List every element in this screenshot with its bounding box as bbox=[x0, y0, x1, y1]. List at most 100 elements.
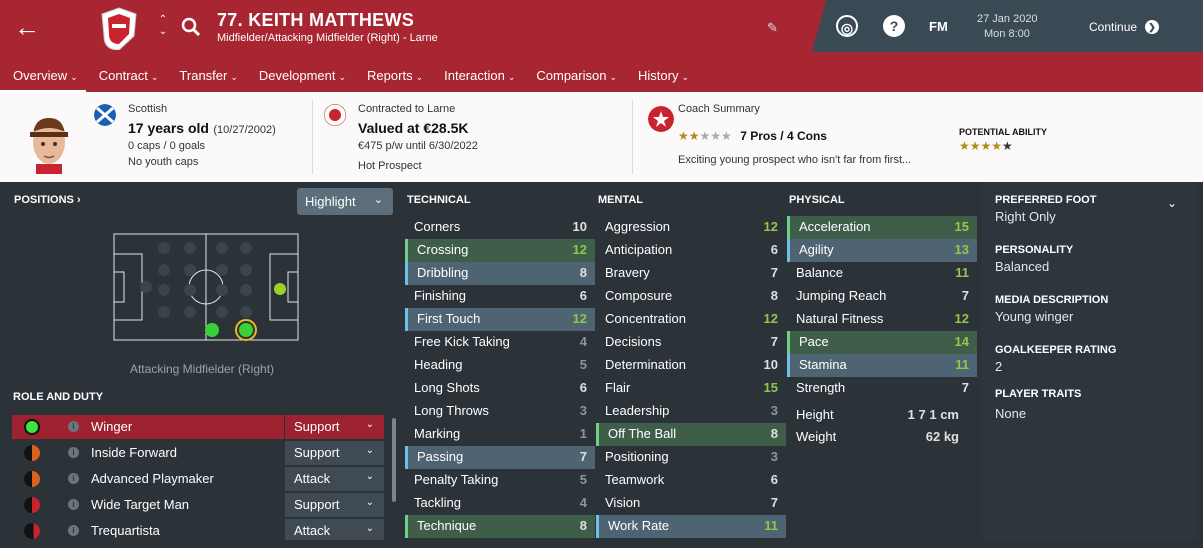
attribute-name: Free Kick Taking bbox=[414, 334, 510, 349]
attribute-value: 3 bbox=[579, 403, 587, 418]
duty-dropdown[interactable]: Attack ⌄ bbox=[284, 519, 384, 540]
attribute-row[interactable]: Dribbling 8 bbox=[405, 262, 595, 285]
back-arrow-icon[interactable]: ← bbox=[14, 14, 40, 40]
role-row[interactable]: i Inside Forward Support ⌄ bbox=[12, 441, 384, 465]
info-icon[interactable]: i bbox=[68, 447, 79, 458]
attribute-name: Tackling bbox=[414, 495, 461, 510]
attribute-row[interactable]: Technique 8 bbox=[405, 515, 595, 538]
attribute-row[interactable]: Decisions 7 bbox=[596, 331, 786, 354]
attribute-name: Corners bbox=[414, 219, 461, 234]
roles-scrollbar[interactable] bbox=[392, 418, 396, 502]
game-date: 27 Jan 2020 bbox=[977, 13, 1038, 25]
role-row[interactable]: i Winger Support ⌄ bbox=[12, 415, 384, 439]
contract-club: Contracted to Larne bbox=[358, 103, 456, 115]
attribute-row[interactable]: Marking 1 bbox=[405, 423, 595, 446]
duty-dropdown[interactable]: Support ⌄ bbox=[284, 415, 384, 439]
physical-heading: PHYSICAL bbox=[789, 194, 845, 206]
duty-dropdown[interactable]: Attack ⌄ bbox=[284, 467, 384, 491]
attribute-row[interactable]: Work Rate 11 bbox=[596, 515, 786, 538]
attribute-row[interactable]: Tackling 4 bbox=[405, 492, 595, 515]
attribute-row[interactable]: Crossing 12 bbox=[405, 239, 595, 262]
tab-transfer[interactable]: Transfer ⌄ bbox=[166, 64, 245, 92]
attribute-name: First Touch bbox=[417, 311, 481, 326]
attribute-name: Leadership bbox=[605, 403, 670, 418]
attribute-row[interactable]: Acceleration 15 bbox=[787, 216, 977, 239]
chevron-down-icon[interactable]: ⌄ bbox=[1167, 196, 1177, 210]
attribute-name: Crossing bbox=[417, 242, 469, 257]
highlight-dropdown[interactable]: Highlight ⌄ bbox=[297, 188, 393, 215]
attribute-name: Off The Ball bbox=[608, 426, 677, 441]
info-icon[interactable]: i bbox=[68, 499, 79, 510]
attribute-row[interactable]: Anticipation 6 bbox=[596, 239, 786, 262]
attribute-row[interactable]: Agility 13 bbox=[787, 239, 977, 262]
attribute-row[interactable]: Long Throws 3 bbox=[405, 400, 595, 423]
divider bbox=[312, 100, 313, 174]
help-icon[interactable]: ? bbox=[883, 15, 905, 37]
attribute-row[interactable]: Free Kick Taking 4 bbox=[405, 331, 595, 354]
nationality: Scottish bbox=[128, 103, 168, 115]
attribute-row[interactable]: Passing 7 bbox=[405, 446, 595, 469]
attribute-row[interactable]: First Touch 12 bbox=[405, 308, 595, 331]
attribute-row[interactable]: Stamina 11 bbox=[787, 354, 977, 377]
role-name: Winger bbox=[91, 419, 133, 434]
attribute-row[interactable]: Determination 10 bbox=[596, 354, 786, 377]
info-icon[interactable]: i bbox=[68, 473, 79, 484]
attribute-row[interactable]: Vision 7 bbox=[596, 492, 786, 515]
role-row[interactable]: i Trequartista Attack ⌄ bbox=[12, 519, 384, 540]
attribute-value: 12 bbox=[954, 311, 969, 326]
role-row[interactable]: i Advanced Playmaker Attack ⌄ bbox=[12, 467, 384, 491]
attribute-value: 8 bbox=[770, 426, 778, 441]
attribute-row[interactable]: Pace 14 bbox=[787, 331, 977, 354]
tab-history[interactable]: History ⌄ bbox=[625, 64, 697, 92]
personality: Balanced bbox=[995, 259, 1050, 274]
attribute-name: Agility bbox=[799, 242, 834, 257]
attribute-row[interactable]: Natural Fitness 12 bbox=[787, 308, 977, 331]
globe-icon[interactable]: ◎ bbox=[836, 15, 858, 37]
preferred-foot: Right Only bbox=[995, 209, 1056, 224]
attribute-row[interactable]: Balance 11 bbox=[787, 262, 977, 285]
attribute-row[interactable]: Composure 8 bbox=[596, 285, 786, 308]
tab-development[interactable]: Development ⌄ bbox=[246, 64, 354, 92]
edit-pencil-icon[interactable]: ✎ bbox=[767, 20, 778, 36]
attribute-row[interactable]: Teamwork 6 bbox=[596, 469, 786, 492]
duty-dropdown[interactable]: Support ⌄ bbox=[284, 493, 384, 517]
tab-comparison[interactable]: Comparison ⌄ bbox=[523, 64, 625, 92]
player-switch-arrows[interactable]: ⌃ ⌄ bbox=[156, 14, 170, 38]
attribute-row[interactable]: Finishing 6 bbox=[405, 285, 595, 308]
attribute-row[interactable]: Flair 15 bbox=[596, 377, 786, 400]
attribute-row[interactable]: Penalty Taking 5 bbox=[405, 469, 595, 492]
tab-contract[interactable]: Contract ⌄ bbox=[86, 64, 167, 92]
player-traits: None bbox=[995, 406, 1027, 421]
duty-dropdown[interactable]: Support ⌄ bbox=[284, 441, 384, 465]
fm-menu[interactable]: FM bbox=[929, 19, 948, 34]
attribute-row[interactable]: Off The Ball 8 bbox=[596, 423, 786, 446]
attribute-row[interactable]: Positioning 3 bbox=[596, 446, 786, 469]
attribute-row[interactable]: Bravery 7 bbox=[596, 262, 786, 285]
attribute-name: Decisions bbox=[605, 334, 662, 349]
tab-interaction[interactable]: Interaction ⌄ bbox=[431, 64, 523, 92]
attribute-row[interactable]: Aggression 12 bbox=[596, 216, 786, 239]
role-row[interactable]: i Wide Target Man Support ⌄ bbox=[12, 493, 384, 517]
attribute-row[interactable]: Heading 5 bbox=[405, 354, 595, 377]
technical-attributes: TECHNICAL Corners 10 Crossing 12 Dribbling 8 F… bbox=[405, 182, 595, 538]
continue-arrow-icon[interactable]: ❯ bbox=[1145, 20, 1159, 34]
attribute-value: 6 bbox=[770, 472, 778, 487]
attribute-row[interactable]: Concentration 12 bbox=[596, 308, 786, 331]
attribute-row[interactable]: Corners 10 bbox=[405, 216, 595, 239]
attribute-value: 8 bbox=[579, 265, 587, 280]
attribute-value: 1 bbox=[579, 426, 587, 441]
attribute-row[interactable]: Strength 7 bbox=[787, 377, 977, 400]
tab-overview[interactable]: Overview ⌄ bbox=[0, 64, 86, 92]
wage-info: €475 p/w until 6/30/2022 bbox=[358, 140, 478, 152]
attribute-row[interactable]: Leadership 3 bbox=[596, 400, 786, 423]
info-icon[interactable]: i bbox=[68, 525, 79, 536]
continue-button[interactable]: Continue bbox=[1089, 20, 1137, 34]
attribute-row[interactable]: Jumping Reach 7 bbox=[787, 285, 977, 308]
attribute-value: 7 bbox=[770, 334, 778, 349]
search-icon[interactable] bbox=[180, 16, 202, 38]
tab-reports[interactable]: Reports ⌄ bbox=[354, 64, 431, 92]
positions-heading[interactable]: POSITIONS › bbox=[14, 194, 81, 206]
info-icon[interactable]: i bbox=[68, 421, 79, 432]
attribute-row[interactable]: Long Shots 6 bbox=[405, 377, 595, 400]
attribute-value: 15 bbox=[763, 380, 778, 395]
